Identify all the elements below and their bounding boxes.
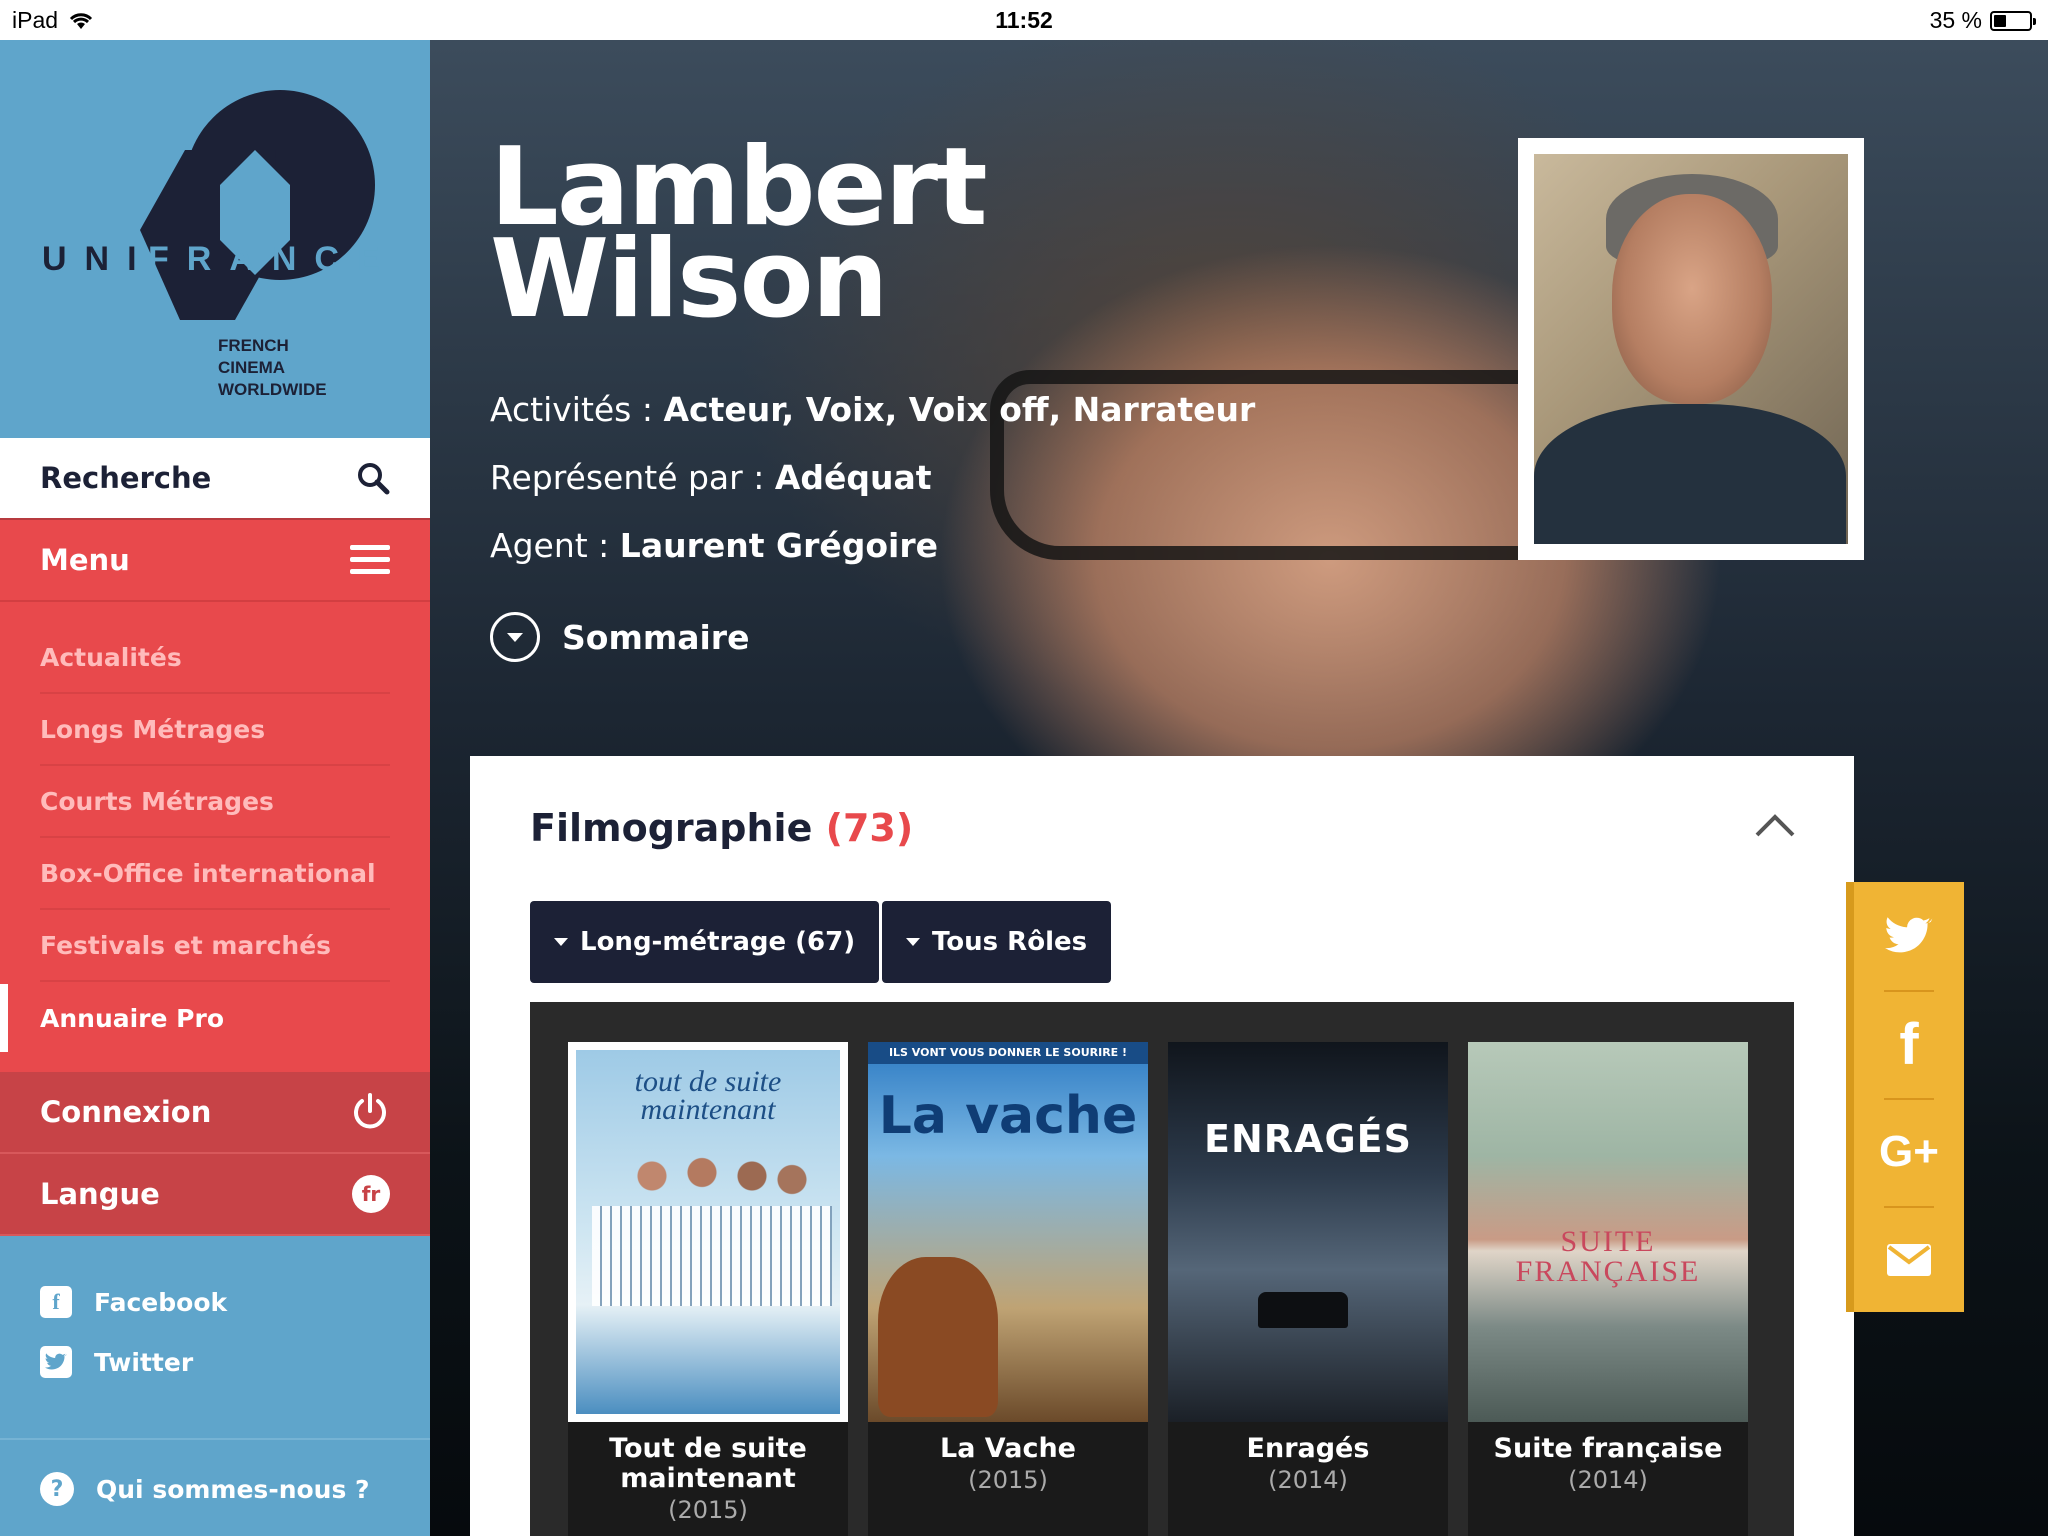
- menu-item-box-office[interactable]: Box-Office international: [40, 838, 390, 910]
- hamburger-icon: [350, 545, 390, 574]
- facebook-icon: f: [1899, 1011, 1919, 1077]
- activities-label: Activités :: [490, 390, 653, 429]
- activities-value: Acteur, Voix, Voix off, Narrateur: [663, 390, 1256, 429]
- agent-label: Agent :: [490, 526, 610, 565]
- power-icon: [354, 1093, 386, 1129]
- profile-info: Activités : Acteur, Voix, Voix off, Narr…: [490, 390, 1255, 594]
- chevron-up-icon[interactable]: [1754, 812, 1796, 842]
- filmography-title: Filmographie (73): [530, 806, 914, 850]
- film-year: (2015): [968, 1466, 1048, 1494]
- sidebar-divider: [0, 1438, 430, 1440]
- share-twitter-button[interactable]: [1854, 882, 1964, 990]
- caret-down-icon: [906, 938, 920, 946]
- facebook-label: Facebook: [94, 1287, 228, 1317]
- menu-item-longs-metrages[interactable]: Longs Métrages: [40, 694, 390, 766]
- film-title: Suite française: [1493, 1433, 1723, 1464]
- represented-value: Adéquat: [774, 458, 932, 497]
- language-badge: fr: [352, 1175, 390, 1213]
- google-plus-icon: G+: [1879, 1127, 1939, 1176]
- clock: 11:52: [995, 7, 1053, 33]
- about-label: Qui sommes-nous ?: [96, 1474, 370, 1504]
- film-card[interactable]: tout de suite maintenant Tout de suite m…: [568, 1042, 848, 1536]
- language-label: Langue: [40, 1177, 160, 1211]
- login-button[interactable]: Connexion: [0, 1072, 430, 1154]
- represented-label: Représenté par :: [490, 458, 765, 497]
- unifrance-logo-mark: UNI FRANCE: [42, 90, 398, 320]
- film-poster: ILS VONT VOUS DONNER LE SOURIRE ! La vac…: [868, 1042, 1148, 1422]
- summary-button[interactable]: Sommaire: [490, 612, 749, 662]
- search-label: Recherche: [40, 461, 212, 495]
- menu-item-festivals[interactable]: Festivals et marchés: [40, 910, 390, 982]
- filmography-card: Filmographie (73) Long-métrage (67) Tous…: [470, 756, 1854, 1536]
- menu-item-annuaire-pro[interactable]: Annuaire Pro: [0, 982, 390, 1054]
- social-links: f Facebook Twitter: [40, 1272, 400, 1392]
- summary-label: Sommaire: [562, 617, 750, 657]
- type-filter-dropdown[interactable]: Long-métrage (67): [530, 901, 880, 983]
- about-link[interactable]: ? Qui sommes-nous ?: [40, 1472, 370, 1506]
- film-card[interactable]: ENRAGÉS Enragés (2014): [1168, 1042, 1448, 1536]
- mail-icon: [1887, 1244, 1931, 1276]
- main-menu: Menu Actualités Longs Métrages Courts Mé…: [0, 520, 430, 1072]
- status-bar: iPad 11:52 35 %: [0, 0, 2048, 40]
- logo-tagline: FRENCH CINEMA WORLDWIDE: [218, 336, 327, 399]
- search-button[interactable]: Recherche: [0, 438, 430, 520]
- film-year: (2015): [668, 1496, 748, 1524]
- film-year: (2014): [1568, 1466, 1648, 1494]
- search-icon: [358, 463, 390, 495]
- share-facebook-button[interactable]: f: [1854, 990, 1964, 1098]
- svg-text:UNI: UNI: [42, 240, 155, 278]
- share-mail-button[interactable]: [1854, 1206, 1964, 1314]
- film-card[interactable]: SUITE FRANÇAISE Suite française (2014): [1468, 1042, 1748, 1536]
- menu-item-courts-metrages[interactable]: Courts Métrages: [40, 766, 390, 838]
- menu-item-actualites[interactable]: Actualités: [40, 622, 390, 694]
- agent-value: Laurent Grégoire: [619, 526, 939, 565]
- twitter-icon: [1885, 917, 1933, 953]
- film-title: Tout de suite maintenant: [609, 1433, 807, 1494]
- film-card[interactable]: ILS VONT VOUS DONNER LE SOURIRE ! La vac…: [868, 1042, 1148, 1536]
- menu-toggle[interactable]: Menu: [0, 520, 430, 602]
- role-filter-dropdown[interactable]: Tous Rôles: [882, 901, 1112, 983]
- menu-label: Menu: [40, 543, 130, 577]
- filmography-count: (73): [825, 806, 914, 850]
- agent-row: Agent : Laurent Grégoire: [490, 526, 1255, 594]
- battery-percent: 35 %: [1929, 7, 1982, 33]
- film-poster: SUITE FRANÇAISE: [1468, 1042, 1748, 1422]
- twitter-link[interactable]: Twitter: [40, 1332, 400, 1392]
- film-poster: tout de suite maintenant: [568, 1042, 848, 1422]
- facebook-link[interactable]: f Facebook: [40, 1272, 400, 1332]
- twitter-label: Twitter: [94, 1347, 194, 1377]
- help-icon: ?: [40, 1472, 74, 1506]
- login-label: Connexion: [40, 1095, 212, 1129]
- twitter-icon: [40, 1346, 72, 1378]
- film-title: La Vache: [939, 1433, 1076, 1464]
- profile-photo: [1518, 138, 1864, 560]
- represented-row: Représenté par : Adéquat: [490, 458, 1255, 526]
- activities-row: Activités : Acteur, Voix, Voix off, Narr…: [490, 390, 1255, 458]
- film-poster: ENRAGÉS: [1168, 1042, 1448, 1422]
- language-button[interactable]: Langue fr: [0, 1154, 430, 1236]
- caret-down-icon: [554, 938, 568, 946]
- film-year: (2014): [1268, 1466, 1348, 1494]
- role-filter-label: Tous Rôles: [932, 927, 1088, 957]
- share-google-plus-button[interactable]: G+: [1854, 1098, 1964, 1206]
- sidebar: UNI FRANCE FRENCH CINEMA WORLDWIDE Reche…: [0, 40, 430, 1536]
- film-title: Enragés: [1246, 1433, 1370, 1464]
- facebook-icon: f: [40, 1286, 72, 1318]
- share-bar: f G+: [1846, 882, 1964, 1312]
- film-list: tout de suite maintenant Tout de suite m…: [530, 1002, 1794, 1536]
- unifrance-logo[interactable]: UNI FRANCE FRENCH CINEMA WORLDWIDE: [0, 40, 430, 438]
- type-filter-label: Long-métrage (67): [580, 927, 856, 957]
- battery-icon: [1990, 10, 2036, 31]
- svg-text:FRANCE: FRANCE: [148, 240, 398, 278]
- chevron-down-icon: [490, 612, 540, 662]
- person-name: Lambert Wilson: [490, 134, 988, 334]
